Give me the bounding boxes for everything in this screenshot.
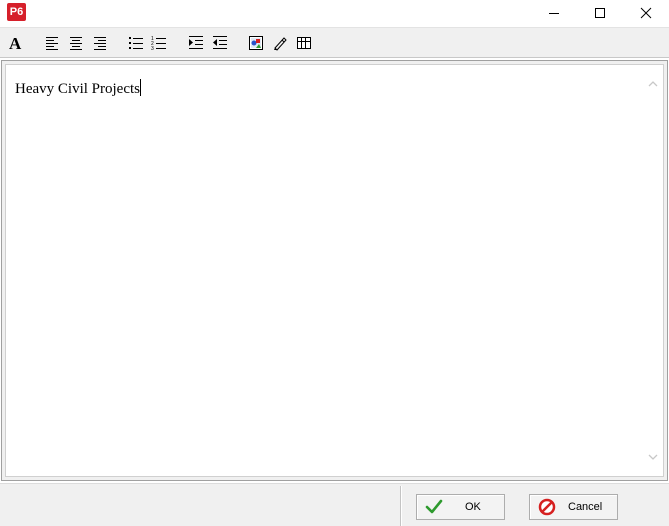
increase-indent-icon: [189, 36, 203, 49]
align-left-button[interactable]: [42, 33, 62, 53]
table-icon: [297, 37, 311, 49]
cancel-icon: [538, 498, 556, 516]
p6-app-icon: P6: [7, 3, 26, 21]
picture-icon: [249, 36, 263, 50]
bulleted-list-button[interactable]: [126, 33, 146, 53]
ok-button-label: OK: [465, 501, 481, 513]
maximize-icon: [595, 8, 605, 18]
editor-content[interactable]: Heavy Civil Projects: [15, 79, 141, 98]
close-icon: [640, 7, 652, 19]
insert-table-button[interactable]: [294, 33, 314, 53]
dialog-footer: OK Cancel: [0, 483, 669, 526]
increase-indent-button[interactable]: [186, 33, 206, 53]
chevron-up-icon: [648, 81, 658, 87]
decrease-indent-button[interactable]: [210, 33, 230, 53]
close-button[interactable]: [623, 0, 669, 26]
bulleted-list-icon: [129, 37, 143, 49]
footer-button-panel: OK Cancel: [401, 486, 667, 526]
formatting-toolbar: A 1 2 3: [0, 27, 669, 58]
svg-text:3: 3: [151, 46, 154, 51]
cancel-button-label: Cancel: [568, 501, 603, 513]
decrease-indent-icon: [213, 36, 227, 49]
minimize-icon: [549, 13, 559, 14]
align-left-icon: [46, 37, 58, 50]
ok-button[interactable]: OK: [416, 494, 505, 520]
font-icon: A: [9, 35, 22, 51]
title-bar: P6: [0, 0, 669, 27]
insert-link-button[interactable]: [270, 33, 290, 53]
editor-text-line: Heavy Civil Projects: [15, 81, 140, 97]
numbered-list-button[interactable]: 123: [149, 33, 169, 53]
text-caret: [139, 79, 141, 96]
cancel-button[interactable]: Cancel: [529, 494, 618, 520]
maximize-button[interactable]: [577, 0, 623, 26]
pencil-link-icon: [274, 37, 287, 51]
minimize-button[interactable]: [531, 0, 577, 26]
chevron-down-icon: [648, 454, 658, 460]
numbered-list-icon: 123: [151, 36, 166, 51]
align-center-button[interactable]: [66, 33, 86, 53]
align-center-icon: [70, 37, 82, 50]
scroll-down-button[interactable]: [646, 450, 660, 464]
rich-text-editor[interactable]: Heavy Civil Projects: [5, 64, 664, 477]
editor-frame: Heavy Civil Projects: [1, 60, 668, 481]
insert-picture-button[interactable]: [246, 33, 266, 53]
svg-text:A: A: [9, 35, 22, 51]
align-right-icon: [94, 37, 106, 50]
checkmark-icon: [425, 499, 443, 514]
scroll-up-button[interactable]: [646, 77, 660, 91]
font-button[interactable]: A: [6, 33, 26, 53]
align-right-button[interactable]: [90, 33, 110, 53]
